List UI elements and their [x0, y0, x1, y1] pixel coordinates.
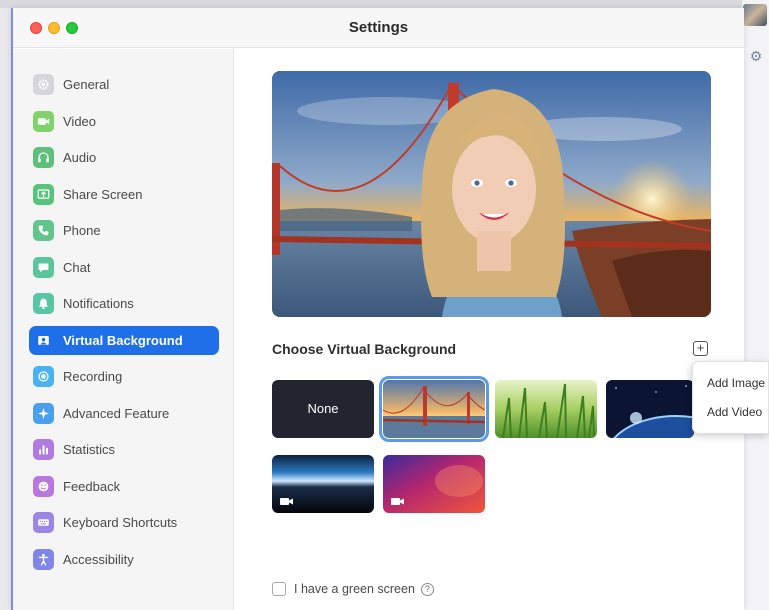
accessibility-person-icon — [33, 549, 54, 570]
background-option-none[interactable]: None — [272, 380, 374, 438]
sidebar-item-virtual-background[interactable]: Virtual Background — [29, 326, 219, 355]
sidebar-item-label: Accessibility — [63, 552, 134, 567]
grass-thumbnail — [495, 380, 597, 438]
background-option-aurora-video[interactable] — [383, 455, 485, 513]
sidebar-item-label: Notifications — [63, 296, 134, 311]
headphones-icon — [33, 147, 54, 168]
title-bar: Settings — [13, 8, 744, 48]
sidebar-item-feedback[interactable]: Feedback — [29, 472, 219, 501]
video-badge-icon — [280, 498, 293, 505]
menu-item-add-image[interactable]: Add Image — [707, 376, 765, 390]
window-title: Settings — [348, 19, 409, 36]
sidebar-item-share-screen[interactable]: Share Screen — [29, 180, 219, 209]
camera-preview — [272, 71, 711, 317]
sidebar-item-keyboard-shortcuts[interactable]: Keyboard Shortcuts — [29, 508, 219, 537]
menu-item-add-video[interactable]: Add Video — [707, 405, 762, 419]
sidebar-item-notifications[interactable]: Notifications — [29, 289, 219, 318]
sidebar-item-label: Chat — [63, 260, 91, 275]
sidebar-item-label: Video — [63, 114, 97, 129]
bar-chart-icon — [33, 439, 54, 460]
section-title: Choose Virtual Background — [272, 341, 457, 357]
sidebar-item-label: Recording — [63, 369, 123, 384]
sidebar-item-label: Audio — [63, 150, 97, 165]
sidebar-item-label: Statistics — [63, 442, 116, 457]
sidebar-item-video[interactable]: Video — [29, 107, 219, 136]
gear-icon[interactable]: ⚙ — [748, 48, 764, 64]
golden-gate-thumbnail — [383, 380, 485, 438]
keyboard-icon — [33, 512, 54, 533]
gear-icon — [33, 74, 54, 95]
sidebar-item-general[interactable]: General — [29, 70, 219, 99]
settings-window: Settings General Video Audio Share Scree… — [11, 8, 744, 610]
background-app-edge: ⚙ — [741, 0, 769, 610]
green-screen-option[interactable]: I have a green screen ? — [272, 582, 434, 596]
green-screen-checkbox[interactable] — [272, 582, 286, 596]
chat-bubble-icon — [33, 257, 54, 278]
help-icon[interactable]: ? — [420, 582, 434, 596]
sidebar-item-advanced-feature[interactable]: Advanced Feature — [29, 399, 219, 428]
record-icon — [33, 366, 54, 387]
video-camera-icon — [33, 111, 54, 132]
none-label: None — [307, 401, 339, 416]
sidebar-item-audio[interactable]: Audio — [29, 143, 219, 172]
share-screen-icon — [33, 184, 54, 205]
add-background-menu: Add Image Add Video — [692, 361, 769, 434]
earth-from-space-thumbnail — [606, 380, 694, 438]
settings-sidebar: General Video Audio Share Screen Phone C… — [13, 49, 234, 610]
sidebar-item-recording[interactable]: Recording — [29, 362, 219, 391]
background-window-strip — [0, 0, 769, 8]
virtual-background-panel: Choose Virtual Background + None I have … — [235, 49, 744, 610]
bell-icon — [33, 293, 54, 314]
screen: ⚙ Settings General Video Audio Share Scr… — [0, 0, 769, 610]
add-background-button[interactable]: + — [693, 341, 708, 356]
background-option-grass[interactable] — [495, 380, 597, 438]
sidebar-item-label: Feedback — [63, 479, 121, 494]
background-option-golden-gate[interactable] — [379, 376, 489, 442]
person-portrait-icon — [33, 330, 54, 351]
smiley-icon — [33, 476, 54, 497]
video-badge-icon — [391, 498, 404, 505]
sparkle-icon — [33, 403, 54, 424]
avatar[interactable] — [743, 4, 767, 26]
sidebar-item-label: General — [63, 77, 110, 92]
sidebar-item-label: Share Screen — [63, 187, 143, 202]
sidebar-item-statistics[interactable]: Statistics — [29, 435, 219, 464]
sidebar-item-label: Keyboard Shortcuts — [63, 515, 178, 530]
preview-image — [272, 71, 711, 317]
sidebar-item-label: Advanced Feature — [63, 406, 170, 421]
sidebar-item-phone[interactable]: Phone — [29, 216, 219, 245]
phone-icon — [33, 220, 54, 241]
background-option-earth-horizon-video[interactable] — [272, 455, 374, 513]
sidebar-item-accessibility[interactable]: Accessibility — [29, 545, 219, 574]
sidebar-item-label: Virtual Background — [63, 333, 183, 348]
green-screen-label: I have a green screen — [294, 582, 415, 596]
background-option-earth-from-space[interactable] — [606, 380, 694, 438]
sidebar-item-chat[interactable]: Chat — [29, 253, 219, 282]
sidebar-item-label: Phone — [63, 223, 101, 238]
